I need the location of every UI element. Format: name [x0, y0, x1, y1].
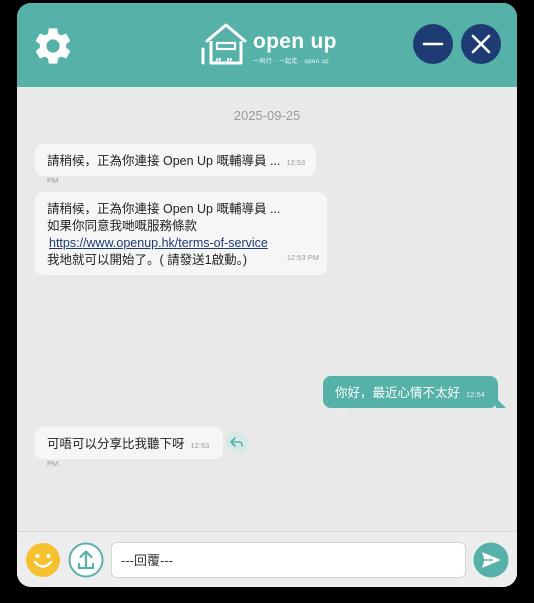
message-text: 可唔可以分享比我聽下呀: [47, 437, 185, 451]
message-list[interactable]: 2025-09-25 請稍候，正為你連接 Open Up 嘅輔導員 ... 12:…: [17, 87, 517, 531]
bubble-tail: [496, 398, 506, 408]
smiley-icon[interactable]: [25, 542, 61, 578]
house-logo-icon: „ „: [201, 23, 247, 65]
message-text: 你好，最近心情不太好: [335, 386, 461, 400]
date-separator: 2025-09-25: [233, 108, 301, 123]
close-icon: [471, 34, 491, 54]
message-bubble-incoming: 請稍候，正為你連接 Open Up 嘅輔導員 ... 12:53 PM: [35, 144, 316, 185]
message-time: 12:53 PM: [286, 253, 319, 262]
message-bubble-incoming: 可唔可以分享比我聽下呀 12:53 PM: [35, 427, 223, 468]
upload-icon[interactable]: [68, 542, 104, 578]
message-text: 請稍候，正為你連接 Open Up 嘅輔導員 ...: [47, 154, 281, 168]
message-bubble-outgoing: 你好，最近心情不太好 12:54 PM: [323, 376, 498, 417]
message-text: 請稍候，正為你連接 Open Up 嘅輔導員 ...: [47, 202, 281, 216]
openup-logo: „ „ open up 一同行 · 一起走 · open up: [201, 19, 341, 73]
minimize-button[interactable]: [413, 24, 453, 64]
chat-header: „ „ open up 一同行 · 一起走 · open up: [17, 3, 517, 87]
message-text: 如果你同意我哋嘅服務條款: [47, 219, 198, 233]
close-button[interactable]: [461, 24, 501, 64]
chat-widget: „ „ open up 一同行 · 一起走 · open up 2025-09-…: [17, 3, 517, 587]
send-icon[interactable]: [473, 542, 509, 578]
chat-composer: [17, 531, 517, 587]
minus-icon: [422, 42, 444, 46]
gear-icon[interactable]: [31, 24, 75, 68]
message-text: 我地就可以開始了。( 請發送1啟動。): [47, 253, 248, 267]
logo-tagline: 一同行 · 一起走 · open up: [253, 59, 329, 65]
reply-input[interactable]: [111, 542, 466, 578]
reply-button[interactable]: [226, 431, 248, 453]
svg-text:„ „: „ „: [215, 50, 233, 63]
terms-link[interactable]: https://www.openup.hk/terms-of-service: [49, 236, 268, 250]
reply-icon: [230, 437, 243, 447]
logo-wordmark: open up: [253, 30, 337, 53]
message-bubble-incoming: 請稍候，正為你連接 Open Up 嘅輔導員 ... 如果你同意我哋嘅服務條款 …: [35, 192, 327, 275]
